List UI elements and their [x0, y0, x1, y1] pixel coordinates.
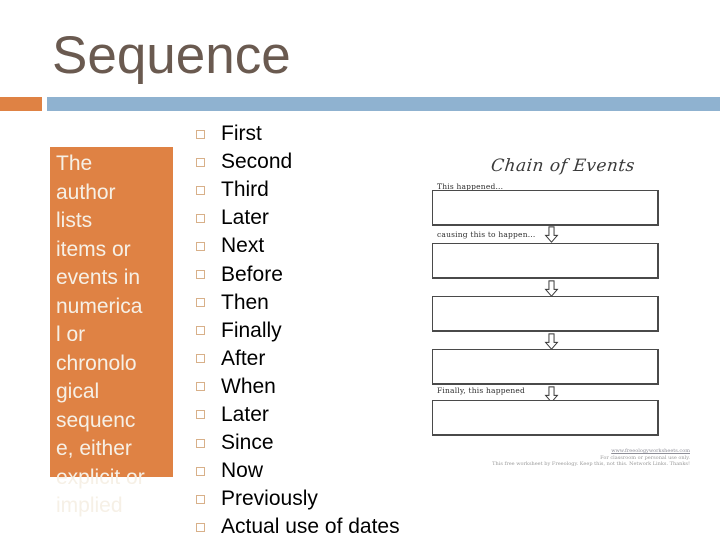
list-item-label: Before	[221, 262, 283, 286]
list-item-label: Later	[221, 206, 269, 230]
definition-callout: The author lists items or events in nume…	[50, 147, 173, 517]
hollow-square-bullet-icon	[196, 298, 205, 308]
list-item-label: Finally	[221, 318, 282, 342]
list-item[interactable]: Finally	[196, 317, 426, 345]
hollow-square-bullet-icon	[196, 494, 205, 504]
list-item[interactable]: Third	[196, 176, 426, 204]
worksheet-box[interactable]	[432, 243, 659, 279]
list-item-label: Actual use of dates	[221, 515, 400, 539]
hollow-square-bullet-icon	[196, 241, 205, 251]
hollow-square-bullet-icon	[196, 185, 205, 195]
worksheet-box[interactable]	[432, 190, 659, 226]
hollow-square-bullet-icon	[196, 466, 205, 476]
list-item[interactable]: Now	[196, 457, 426, 485]
list-item[interactable]: Later	[196, 401, 426, 429]
list-item-label: Next	[221, 234, 265, 258]
title-divider-blue-bar	[47, 97, 720, 111]
title-divider-orange-block	[0, 97, 42, 111]
worksheet-box[interactable]	[432, 296, 659, 332]
list-item-label: Then	[221, 290, 269, 314]
list-item-label: Now	[221, 459, 264, 483]
hollow-square-bullet-icon	[196, 129, 205, 139]
hollow-square-bullet-icon	[196, 410, 205, 420]
list-item-label: Later	[221, 402, 269, 426]
definition-callout-text: The author lists items or events in nume…	[56, 152, 145, 517]
list-item[interactable]: Second	[196, 148, 426, 176]
hollow-square-bullet-icon	[196, 382, 205, 392]
hollow-square-bullet-icon	[196, 438, 205, 448]
list-item[interactable]: Since	[196, 429, 426, 457]
list-item[interactable]: Actual use of dates	[196, 513, 426, 541]
list-item[interactable]: After	[196, 345, 426, 373]
worksheet-caption-last: Finally, this happened	[437, 386, 525, 395]
down-arrow-icon	[544, 226, 559, 243]
hollow-square-bullet-icon	[196, 522, 205, 532]
page-title: Sequence	[52, 26, 291, 85]
down-arrow-icon	[544, 333, 559, 350]
down-arrow-icon	[544, 280, 559, 297]
list-item-label: Second	[221, 150, 293, 174]
list-item[interactable]: First	[196, 120, 426, 148]
list-item-label: Third	[221, 178, 269, 202]
list-item[interactable]: Previously	[196, 485, 426, 513]
list-item-label: First	[221, 122, 262, 146]
list-item-label: When	[221, 374, 276, 398]
list-item[interactable]: Later	[196, 204, 426, 232]
list-item-label: After	[221, 346, 266, 370]
worksheet-credit-note: This free worksheet by Freeology. Keep t…	[492, 461, 690, 467]
list-item-label: Since	[221, 431, 274, 455]
list-item[interactable]: Next	[196, 232, 426, 260]
hollow-square-bullet-icon	[196, 213, 205, 223]
signal-words-list: First Second Third Later Next Before The…	[196, 120, 426, 541]
list-item[interactable]: Before	[196, 260, 426, 288]
list-item[interactable]: When	[196, 373, 426, 401]
worksheet-box[interactable]	[432, 349, 659, 385]
list-item-label: Previously	[221, 487, 318, 511]
hollow-square-bullet-icon	[196, 354, 205, 364]
hollow-square-bullet-icon	[196, 157, 205, 167]
chain-of-events-worksheet-image: Chain of Events This happened... causing…	[425, 152, 705, 482]
worksheet-title: Chain of Events	[489, 156, 636, 176]
hollow-square-bullet-icon	[196, 270, 205, 280]
worksheet-caption-second: causing this to happen...	[437, 230, 536, 239]
hollow-square-bullet-icon	[196, 326, 205, 336]
worksheet-box[interactable]	[432, 400, 659, 436]
worksheet-credit: www.freeologyworksheets.com For classroo…	[445, 448, 690, 468]
list-item[interactable]: Then	[196, 289, 426, 317]
